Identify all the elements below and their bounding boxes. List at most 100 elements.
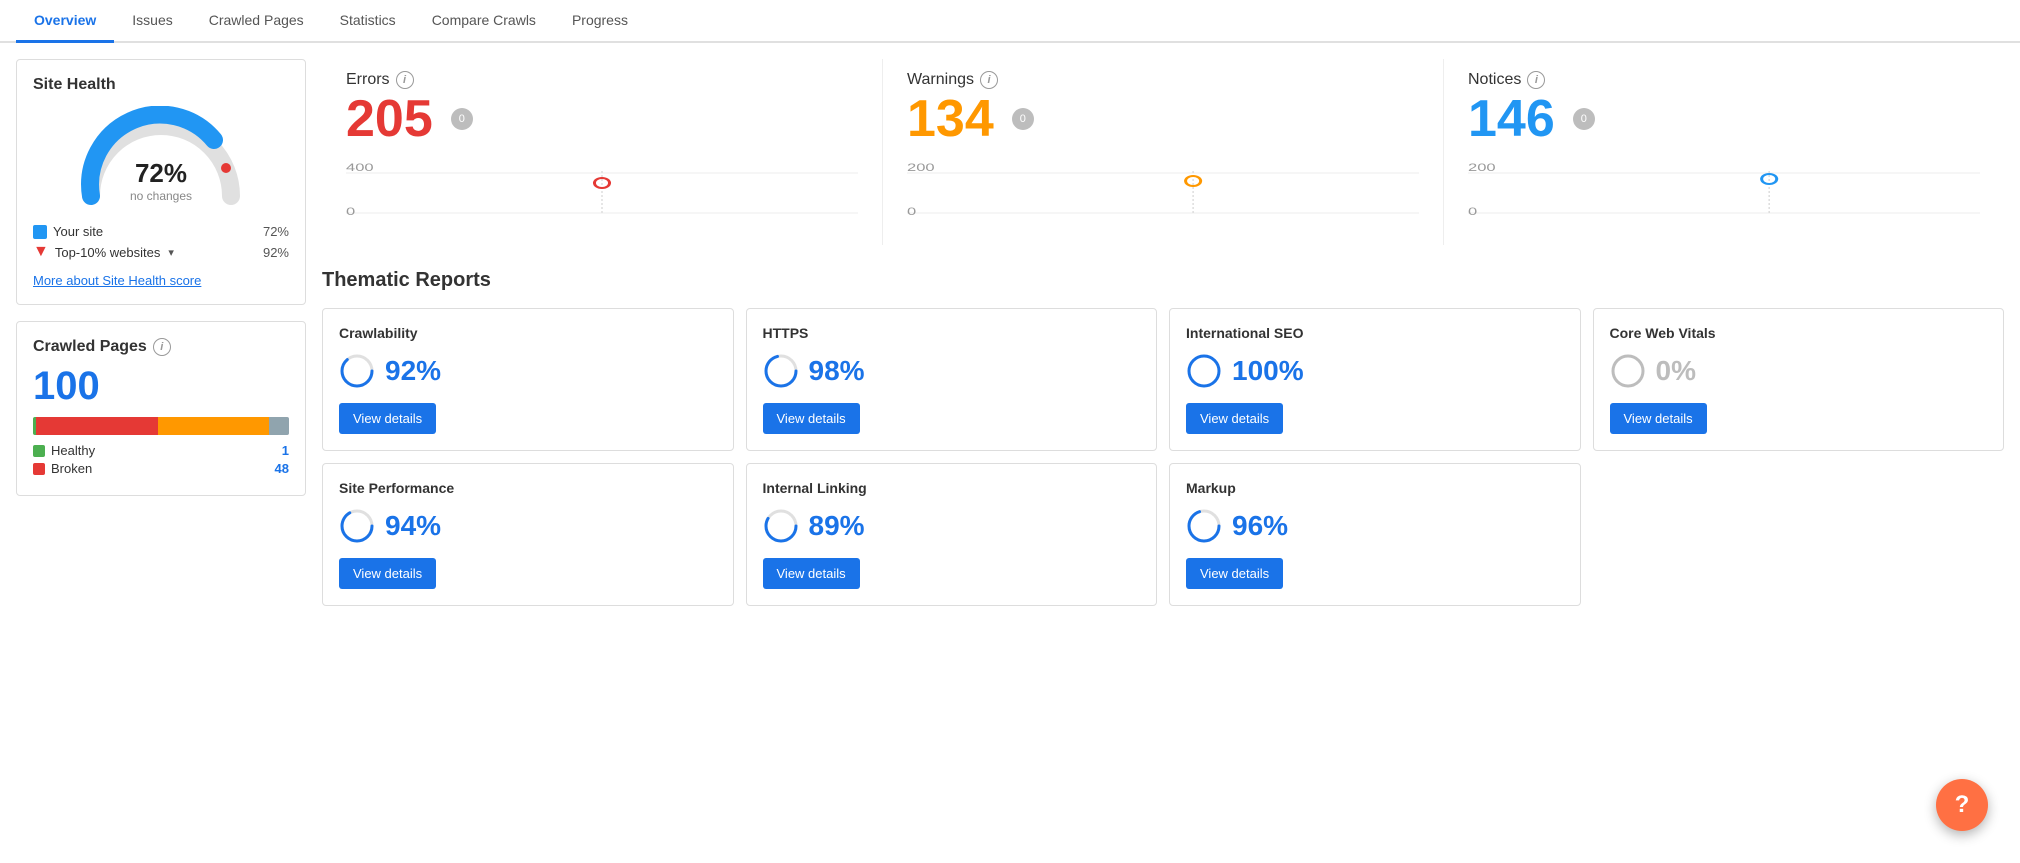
https-score: 98%: [763, 353, 1141, 389]
crawl-count-healthy: 1: [282, 443, 289, 458]
cwv-title: Core Web Vitals: [1610, 325, 1988, 341]
crawlability-score: 92%: [339, 353, 717, 389]
crawlability-view-details[interactable]: View details: [339, 403, 436, 434]
main-layout: Site Health 72% no changes: [0, 43, 2020, 622]
report-site-performance: Site Performance 94% View details: [322, 463, 734, 606]
reports-row1: Crawlability 92% View details HTTPS: [322, 308, 2004, 451]
intl-seo-pct: 100%: [1232, 355, 1304, 387]
crawl-legend-broken: Broken 48: [33, 461, 289, 476]
legend-top10: ▼ Top-10% websites ▾ 92%: [33, 243, 289, 261]
metric-notices: Notices i 146 0 200 0: [1444, 59, 2004, 245]
markup-view-details[interactable]: View details: [1186, 558, 1283, 589]
legend-your-site: Your site 72%: [33, 224, 289, 239]
more-about-site-health-link[interactable]: More about Site Health score: [33, 273, 201, 288]
https-pct: 98%: [809, 355, 865, 387]
https-title: HTTPS: [763, 325, 1141, 341]
report-core-web-vitals: Core Web Vitals 0% View details: [1593, 308, 2005, 451]
left-panel: Site Health 72% no changes: [16, 59, 306, 606]
errors-value: 205: [346, 93, 433, 145]
chevron-down-icon: ▾: [168, 246, 174, 259]
https-view-details[interactable]: View details: [763, 403, 860, 434]
tab-overview[interactable]: Overview: [16, 0, 114, 43]
report-https: HTTPS 98% View details: [746, 308, 1158, 451]
site-perf-title: Site Performance: [339, 480, 717, 496]
crawlability-pct: 92%: [385, 355, 441, 387]
markup-pct: 96%: [1232, 510, 1288, 542]
notices-info-icon[interactable]: i: [1527, 71, 1545, 89]
cwv-pct: 0%: [1656, 355, 1696, 387]
intl-seo-icon: [1186, 353, 1222, 389]
warnings-badge: 0: [1012, 108, 1034, 130]
bar-broken: [36, 417, 159, 435]
tab-progress[interactable]: Progress: [554, 0, 646, 43]
int-link-view-details[interactable]: View details: [763, 558, 860, 589]
metric-errors: Errors i 205 0 400 0: [322, 59, 883, 245]
thematic-reports-title: Thematic Reports: [322, 269, 2004, 292]
intl-seo-score: 100%: [1186, 353, 1564, 389]
warnings-value: 134: [907, 93, 994, 145]
markup-score: 96%: [1186, 508, 1564, 544]
crawled-pages-count: 100: [33, 364, 289, 409]
site-perf-icon: [339, 508, 375, 544]
bar-redirect: [158, 417, 268, 435]
crawled-pages-title: Crawled Pages: [33, 338, 147, 356]
metrics-row: Errors i 205 0 400 0: [322, 59, 2004, 245]
legend-your-site-value: 72%: [263, 224, 289, 239]
thematic-reports-section: Thematic Reports Crawlability 92% View d…: [322, 269, 2004, 606]
bar-blocked: [269, 417, 289, 435]
legend-top10-value: 92%: [263, 245, 289, 260]
svg-text:0: 0: [907, 205, 916, 218]
tab-crawled-pages[interactable]: Crawled Pages: [191, 0, 322, 43]
int-link-score: 89%: [763, 508, 1141, 544]
top-navigation: Overview Issues Crawled Pages Statistics…: [0, 0, 2020, 43]
cwv-view-details[interactable]: View details: [1610, 403, 1707, 434]
cwv-score: 0%: [1610, 353, 1988, 389]
crawled-pages-header: Crawled Pages i: [33, 338, 289, 356]
crawled-pages-info-icon[interactable]: i: [153, 338, 171, 356]
svg-text:400: 400: [346, 161, 374, 174]
svg-text:0: 0: [346, 205, 355, 218]
errors-info-icon[interactable]: i: [396, 71, 414, 89]
reports-row2: Site Performance 94% View details Intern…: [322, 463, 2004, 606]
markup-title: Markup: [1186, 480, 1564, 496]
site-perf-score: 94%: [339, 508, 717, 544]
gauge-container: 72% no changes: [33, 106, 289, 216]
errors-chart: 400 0: [346, 153, 858, 233]
arrow-down-icon: ▼: [33, 243, 49, 261]
markup-icon: [1186, 508, 1222, 544]
legend-your-site-color: [33, 225, 47, 239]
tab-compare-crawls[interactable]: Compare Crawls: [414, 0, 554, 43]
report-markup: Markup 96% View details: [1169, 463, 1581, 606]
report-internal-linking: Internal Linking 89% View details: [746, 463, 1158, 606]
crawl-label-healthy: Healthy: [51, 443, 95, 458]
legend-your-site-label: Your site: [53, 224, 103, 239]
site-perf-pct: 94%: [385, 510, 441, 542]
warnings-info-icon[interactable]: i: [980, 71, 998, 89]
crawl-legend: Healthy 1 Broken 48: [33, 443, 289, 476]
warnings-label: Warnings i: [907, 71, 1419, 89]
crawl-count-broken: 48: [275, 461, 289, 476]
svg-text:200: 200: [1468, 161, 1496, 174]
site-perf-view-details[interactable]: View details: [339, 558, 436, 589]
site-health-card: Site Health 72% no changes: [16, 59, 306, 305]
svg-text:0: 0: [1468, 205, 1477, 218]
tab-issues[interactable]: Issues: [114, 0, 190, 43]
help-button[interactable]: ?: [1936, 779, 1988, 831]
errors-label: Errors i: [346, 71, 858, 89]
int-link-pct: 89%: [809, 510, 865, 542]
tab-statistics[interactable]: Statistics: [322, 0, 414, 43]
report-international-seo: International SEO 100% View details: [1169, 308, 1581, 451]
intl-seo-title: International SEO: [1186, 325, 1564, 341]
intl-seo-view-details[interactable]: View details: [1186, 403, 1283, 434]
notices-label: Notices i: [1468, 71, 1980, 89]
https-icon: [763, 353, 799, 389]
gauge-percentage: 72%: [130, 158, 192, 189]
right-panel: Errors i 205 0 400 0: [322, 59, 2004, 606]
crawl-legend-healthy: Healthy 1: [33, 443, 289, 458]
metric-warnings: Warnings i 134 0 200 0: [883, 59, 1444, 245]
report-crawlability: Crawlability 92% View details: [322, 308, 734, 451]
crawlability-icon: [339, 353, 375, 389]
legend-top10-label: Top-10% websites: [55, 245, 161, 260]
gauge-subtext: no changes: [130, 189, 192, 203]
crawl-label-broken: Broken: [51, 461, 92, 476]
